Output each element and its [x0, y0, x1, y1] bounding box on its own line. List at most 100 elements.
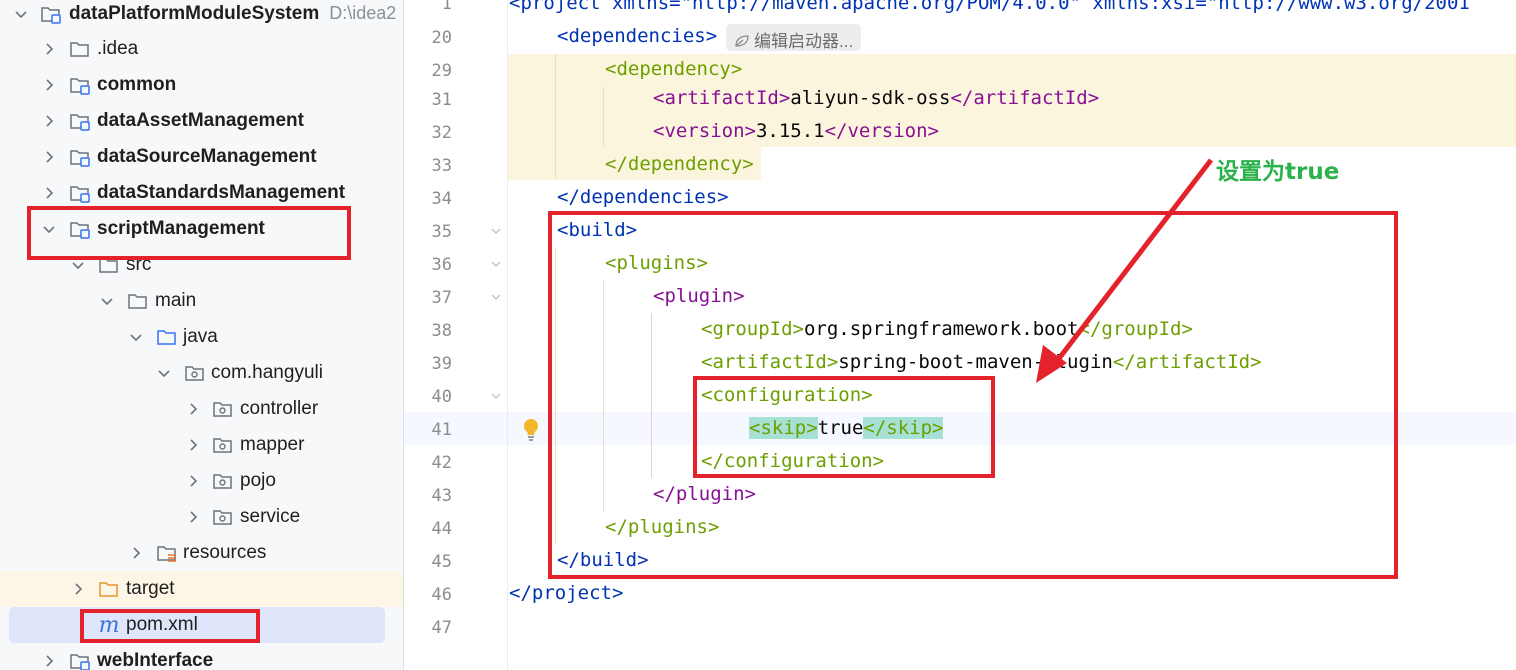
chevron-right-icon[interactable]	[41, 149, 57, 165]
line-number: 34	[431, 189, 452, 209]
tree-item-label: resources	[183, 542, 267, 563]
tree-item-label: common	[97, 74, 177, 95]
package-icon	[212, 470, 234, 492]
module-folder-icon	[69, 74, 91, 96]
line-number: 46	[431, 585, 452, 605]
annotation-box-scriptmanagement	[27, 206, 351, 260]
line-number: 33	[431, 156, 452, 176]
chevron-right-icon[interactable]	[41, 41, 57, 57]
chevron-right-icon[interactable]	[185, 401, 201, 417]
tree-item-dataassetmanagement[interactable]: dataAssetManagement	[0, 103, 403, 139]
chevron-down-icon[interactable]	[156, 365, 172, 381]
chevron-right-icon[interactable]	[41, 653, 57, 669]
line-number: 35	[431, 222, 452, 242]
chevron-down-icon[interactable]	[99, 293, 115, 309]
line-number: 29	[431, 61, 452, 81]
tree-item-label: service	[240, 506, 301, 527]
tree-item-label: com.hangyuli	[211, 362, 323, 383]
line-number: 31	[431, 90, 452, 110]
inlay-hint-edit-starters[interactable]: 编辑启动器...	[726, 24, 862, 51]
tree-item-pojo[interactable]: pojo	[0, 463, 403, 499]
lightbulb-icon[interactable]	[522, 418, 540, 442]
annotation-text: 设置为true	[1216, 159, 1340, 185]
line-number: 44	[431, 519, 452, 539]
tree-item-resources[interactable]: resources	[0, 535, 403, 571]
line-number: 42	[431, 453, 452, 473]
leaf-icon	[735, 35, 749, 47]
module-folder-icon	[69, 146, 91, 168]
gutter-separator	[507, 0, 508, 670]
tree-item-label: target	[126, 578, 175, 599]
chevron-right-icon[interactable]	[128, 545, 144, 561]
chevron-down-icon[interactable]	[128, 329, 144, 345]
chevron-right-icon[interactable]	[41, 113, 57, 129]
line-number: 39	[431, 354, 452, 374]
tree-item-label: dataSourceManagement	[97, 146, 317, 167]
code-line-34: </dependencies>	[557, 186, 729, 208]
chevron-right-icon[interactable]	[185, 509, 201, 525]
tree-item-webinterface[interactable]: webInterface	[0, 643, 403, 670]
tree-item-java[interactable]: java	[0, 319, 403, 355]
annotation-box-configuration	[693, 376, 995, 478]
chevron-right-icon[interactable]	[41, 185, 57, 201]
tree-root-row[interactable]: dataPlatformModuleSystem D:\idea2	[0, 0, 403, 32]
line-number: 32	[431, 123, 452, 143]
tree-item-com-hangyuli[interactable]: com.hangyuli	[0, 355, 403, 391]
chevron-right-icon[interactable]	[185, 437, 201, 453]
code-line-31: <artifactId>aliyun-sdk-oss</artifactId>	[653, 87, 1100, 109]
tree-item-label: mapper	[240, 434, 305, 455]
line-number: 47	[431, 618, 452, 638]
tree-item-mapper[interactable]: mapper	[0, 427, 403, 463]
folder-icon	[69, 38, 91, 60]
annotation-box-pom-xml	[80, 609, 260, 643]
tree-item-label: .idea	[97, 38, 139, 59]
fold-arrow-icon[interactable]	[490, 225, 502, 237]
excluded-folder-icon	[98, 578, 120, 600]
code-line-32: <version>3.15.1</version>	[653, 120, 939, 142]
source-folder-icon	[156, 326, 178, 348]
indent-guide	[603, 87, 604, 147]
tree-root-label: dataPlatformModuleSystem	[69, 3, 320, 24]
tree-item-service[interactable]: service	[0, 499, 403, 535]
module-folder-icon	[69, 650, 91, 670]
fold-arrow-icon[interactable]	[490, 291, 502, 303]
chevron-down-icon[interactable]	[13, 6, 29, 22]
tree-item-label: dataAssetManagement	[97, 110, 304, 131]
package-icon	[184, 362, 206, 384]
line-number: 41	[431, 420, 452, 440]
tree-item-label: java	[183, 326, 218, 347]
module-folder-icon	[40, 3, 62, 25]
indent-guide	[555, 54, 556, 180]
line-number: 36	[431, 255, 452, 275]
line-number: 43	[431, 486, 452, 506]
code-line-1: <project xmlns="http://maven.apache.org/…	[509, 0, 1470, 14]
code-line-46: </project>	[509, 582, 624, 604]
resources-folder-icon	[156, 542, 178, 564]
tree-item-datasourcemanagement[interactable]: dataSourceManagement	[0, 139, 403, 175]
tree-item-common[interactable]: common	[0, 67, 403, 103]
tree-root-path: D:\idea2	[329, 3, 397, 23]
fold-arrow-icon[interactable]	[490, 390, 502, 402]
project-tree: dataPlatformModuleSystem D:\idea2 .idea c…	[0, 0, 403, 670]
module-folder-icon	[69, 182, 91, 204]
chevron-right-icon[interactable]	[185, 473, 201, 489]
package-icon	[212, 398, 234, 420]
tree-item-controller[interactable]: controller	[0, 391, 403, 427]
tree-item-target[interactable]: target	[0, 571, 403, 607]
line-number: 1	[441, 0, 452, 14]
tree-item-label: pojo	[240, 470, 276, 491]
inlay-hint-text: 编辑启动器...	[754, 32, 854, 51]
fold-arrow-icon[interactable]	[490, 258, 502, 270]
line-number: 20	[431, 28, 452, 48]
folder-icon	[127, 290, 149, 312]
tree-item-label: main	[155, 290, 197, 311]
chevron-right-icon[interactable]	[70, 581, 86, 597]
line-number: 40	[431, 387, 452, 407]
package-icon	[212, 506, 234, 528]
code-line-33: </dependency>	[605, 153, 754, 175]
code-line-29: <dependency>	[605, 58, 743, 80]
tree-item-idea[interactable]: .idea	[0, 31, 403, 67]
tree-item-main[interactable]: main	[0, 283, 403, 319]
code-line-20: <dependencies>	[557, 25, 718, 47]
chevron-right-icon[interactable]	[41, 77, 57, 93]
